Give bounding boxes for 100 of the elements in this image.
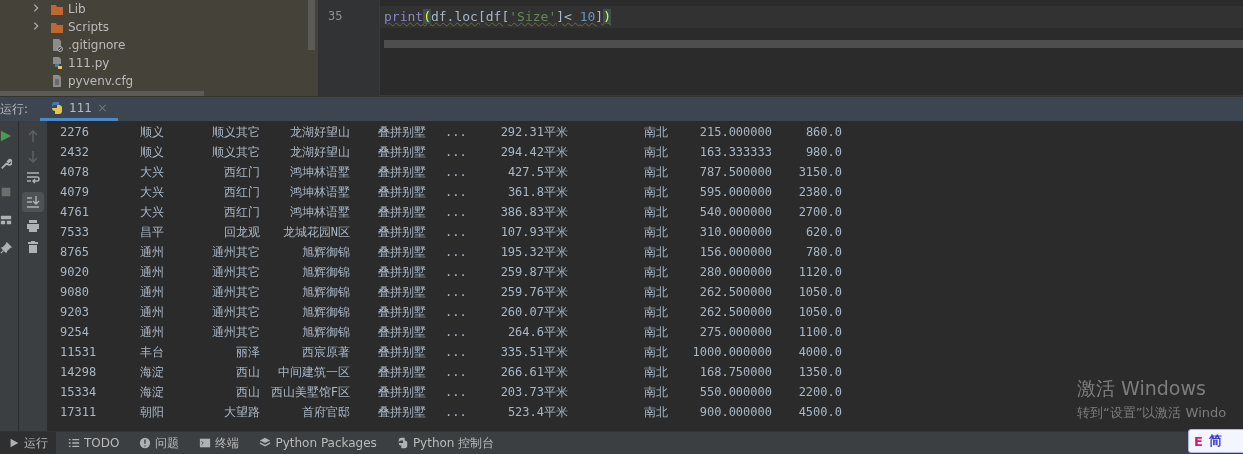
output-text: ...: [445, 365, 468, 379]
tool-window-tab[interactable]: Python 控制台: [388, 432, 503, 454]
output-text: ...: [445, 265, 468, 279]
output-text: 叠拼别墅: [377, 283, 427, 301]
output-text: 215.000000: [698, 125, 772, 139]
output-text: 鸿坤林语墅: [289, 203, 350, 221]
output-text: ...: [445, 305, 468, 319]
output-text: 通州其它: [211, 263, 260, 281]
output-text: ...: [445, 245, 468, 259]
output-text: 西山美墅馆F区: [269, 383, 350, 401]
output-text: ...: [445, 165, 468, 179]
code-editor[interactable]: 35 print(df.loc[df['Size']< 10]): [320, 0, 1243, 96]
tree-item[interactable]: pyvenv.cfg: [0, 72, 318, 90]
output-text: 980.0: [804, 145, 842, 159]
scrollbar[interactable]: [308, 0, 315, 50]
output-text: 叠拼别墅: [377, 243, 427, 261]
output-text: 7533: [59, 225, 90, 239]
run-icon[interactable]: [0, 129, 12, 143]
output-text: 4000.0: [797, 345, 842, 359]
ime-key[interactable]: 简: [1208, 432, 1222, 450]
output-text: 叠拼别墅: [377, 383, 427, 401]
output-text: 大兴: [140, 183, 165, 201]
output-text: 首府官邸: [301, 403, 350, 421]
output-text: 顺义其它: [211, 123, 260, 141]
output-text: 4500.0: [797, 405, 842, 419]
output-text: 旭辉御锦: [301, 263, 350, 281]
output-text: 427.5平米: [506, 163, 568, 181]
output-text: 361.8平米: [506, 183, 568, 201]
output-text: 通州: [140, 263, 165, 281]
python-icon: [50, 100, 65, 115]
print-icon[interactable]: [26, 219, 40, 233]
output-text: 4078: [59, 165, 90, 179]
output-text: 通州: [140, 283, 165, 301]
activation-message: 转到“设置”以激活 Windo: [1077, 404, 1227, 422]
ime-key[interactable]: E: [1194, 433, 1203, 449]
item-label: pyvenv.cfg: [68, 74, 134, 88]
output-text: 叠拼别墅: [377, 143, 427, 161]
output-text: 龙湖好望山: [289, 143, 350, 161]
output-text: 2432: [59, 145, 90, 159]
output-text: 523.4平米: [506, 403, 568, 421]
tool-window-tab[interactable]: TODO: [60, 432, 128, 454]
trash-icon[interactable]: [26, 240, 40, 254]
item-label: Scripts: [68, 20, 110, 34]
output-text: 西红门: [223, 183, 260, 201]
output-text: ...: [445, 325, 468, 339]
output-text: 鸿坤林语墅: [289, 183, 350, 201]
output-text: 11531: [59, 345, 98, 359]
soft-wrap-icon[interactable]: [26, 171, 40, 185]
tool-window-tab[interactable]: 运行: [0, 432, 56, 454]
tree-item[interactable]: Lib: [0, 0, 318, 18]
output-text: 15334: [59, 385, 98, 399]
output-text: 168.750000: [698, 365, 772, 379]
output-text: 旭辉御锦: [301, 283, 350, 301]
tree-item[interactable]: 111.py: [0, 54, 318, 72]
tree-item[interactable]: .gitignore: [0, 36, 318, 54]
output-text: 叠拼别墅: [377, 363, 427, 381]
output-text: 朝阳: [140, 403, 165, 421]
scrollbar[interactable]: [384, 40, 1243, 48]
output-text: 259.87平米: [499, 263, 568, 281]
output-text: 叠拼别墅: [377, 163, 427, 181]
run-label: 运行:: [0, 100, 29, 118]
output-text: ...: [445, 185, 468, 199]
output-text: 550.000000: [698, 385, 772, 399]
output-text: 292.31平米: [499, 123, 568, 141]
output-text: 西宸原著: [301, 343, 350, 361]
pin-icon[interactable]: [0, 241, 12, 255]
output-text: 通州: [140, 323, 165, 341]
output-text: 大兴: [140, 163, 165, 181]
output-text: 17311: [59, 405, 98, 419]
output-text: 叠拼别墅: [377, 123, 427, 141]
down-arrow-icon[interactable]: [26, 150, 40, 164]
scroll-to-end-button[interactable]: [22, 192, 44, 212]
item-label: 111.py: [68, 56, 110, 70]
folder-icon: [50, 2, 64, 16]
tree-item[interactable]: Scripts: [0, 18, 318, 36]
output-text: 1120.0: [797, 265, 842, 279]
output-text: 264.6平米: [506, 323, 568, 341]
output-text: 大兴: [140, 203, 165, 221]
scrollbar[interactable]: [0, 91, 204, 96]
output-text: 9254: [59, 325, 90, 339]
tool-window-tab[interactable]: 问题: [131, 432, 188, 454]
output-text: 南北: [643, 303, 668, 321]
output-text: 丰台: [140, 343, 165, 361]
tool-window-tab[interactable]: 终端: [191, 432, 248, 454]
output-text: 1050.0: [797, 305, 842, 319]
output-text: 顺义其它: [211, 143, 260, 161]
output-text: 南北: [643, 143, 668, 161]
scroll-to-end-icon: [26, 195, 40, 209]
output-text: 南北: [643, 403, 668, 421]
output-text: 南北: [643, 183, 668, 201]
wrench-icon[interactable]: [0, 157, 12, 171]
output-text: 156.000000: [698, 245, 772, 259]
output-text: 335.51平米: [499, 343, 568, 361]
output-text: 南北: [643, 123, 668, 141]
output-text: 259.76平米: [499, 283, 568, 301]
layout-icon[interactable]: [0, 213, 12, 227]
tool-window-tab[interactable]: Python Packages: [251, 432, 385, 454]
stop-icon[interactable]: [0, 185, 12, 199]
up-arrow-icon[interactable]: [26, 129, 40, 143]
output-text: 南北: [643, 363, 668, 381]
